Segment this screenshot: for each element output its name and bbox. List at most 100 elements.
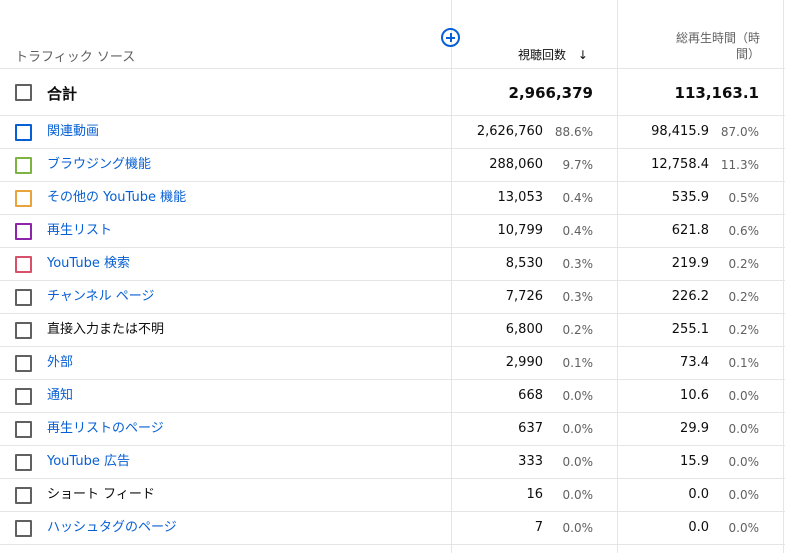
row-checkbox[interactable]	[15, 190, 32, 207]
source-name-link[interactable]: その他の YouTube 機能	[47, 190, 186, 206]
views-value: 6,800	[505, 322, 543, 337]
row-checkbox[interactable]	[15, 355, 32, 372]
views-header-label: 視聴回数	[518, 48, 567, 62]
source-column-header: トラフィック ソース	[15, 50, 136, 65]
watch-time-value: 535.9	[671, 190, 709, 205]
views-value: 8,530	[505, 256, 543, 271]
table-row: その他の YouTube 機能 13,053 0.4% 535.9 0.5%	[0, 182, 785, 215]
watch-time-value: 10.6	[680, 388, 709, 403]
watch-time-value: 621.8	[671, 223, 709, 238]
watch-time-header-line2: 間）	[735, 47, 760, 61]
row-checkbox[interactable]	[15, 124, 32, 141]
watch-time-percent: 11.3%	[720, 158, 759, 172]
row-checkbox[interactable]	[15, 289, 32, 306]
views-value: 2,990	[505, 355, 543, 370]
views-value: 2,626,760	[476, 124, 543, 139]
table-row: YouTube 検索 8,530 0.3% 219.9 0.2%	[0, 248, 785, 281]
views-value: 7	[534, 520, 543, 535]
row-checkbox[interactable]	[15, 421, 32, 438]
watch-time-percent: 0.0%	[728, 488, 760, 502]
plus-circle-icon[interactable]	[441, 28, 460, 47]
source-name-link[interactable]: ハッシュタグのページ	[47, 520, 177, 536]
row-checkbox[interactable]	[15, 388, 32, 405]
watch-time-value: 15.9	[680, 454, 709, 469]
total-checkbox[interactable]	[15, 84, 32, 101]
source-name-link[interactable]: チャンネル ページ	[47, 289, 154, 305]
watch-time-percent: 0.2%	[728, 323, 760, 337]
source-name-link[interactable]: 関連動画	[47, 124, 99, 140]
table-row: 外部 2,990 0.1% 73.4 0.1%	[0, 347, 785, 380]
watch-time-column-header[interactable]: 総再生時間（時 間）	[672, 30, 760, 62]
watch-time-percent: 0.0%	[728, 389, 760, 403]
traffic-source-table: トラフィック ソース 視聴回数 ↓ 総再生時間（時 間） 合計 2,966,37…	[0, 0, 793, 553]
source-name-link[interactable]: 再生リストのページ	[47, 421, 164, 437]
watch-time-percent: 0.0%	[728, 422, 760, 436]
views-percent: 0.0%	[562, 422, 594, 436]
watch-time-percent: 87.0%	[720, 125, 759, 139]
views-percent: 0.2%	[562, 323, 594, 337]
views-percent: 9.7%	[562, 158, 594, 172]
source-name-link: 直接入力または不明	[47, 322, 165, 337]
watch-time-percent: 0.0%	[728, 521, 760, 535]
views-percent: 0.0%	[562, 455, 594, 469]
row-checkbox[interactable]	[15, 322, 32, 339]
table-row: 再生リストのページ 637 0.0% 29.9 0.0%	[0, 413, 785, 446]
watch-time-percent: 0.1%	[728, 356, 760, 370]
total-watch-time: 113,163.1	[674, 84, 759, 102]
views-column-header[interactable]: 視聴回数 ↓	[518, 46, 588, 63]
source-name-link[interactable]: YouTube 広告	[47, 454, 130, 470]
views-percent: 0.0%	[562, 488, 594, 502]
watch-time-value: 255.1	[671, 322, 709, 337]
header-divider	[0, 68, 785, 69]
watch-time-percent: 0.0%	[728, 455, 760, 469]
row-checkbox[interactable]	[15, 487, 32, 504]
views-value: 637	[518, 421, 543, 436]
watch-time-value: 0.0	[688, 487, 709, 502]
views-percent: 0.0%	[562, 389, 594, 403]
watch-time-value: 29.9	[680, 421, 709, 436]
views-value: 16	[526, 487, 543, 502]
row-checkbox[interactable]	[15, 157, 32, 174]
watch-time-value: 0.0	[688, 520, 709, 535]
views-percent: 0.1%	[562, 356, 594, 370]
table-row: チャンネル ページ 7,726 0.3% 226.2 0.2%	[0, 281, 785, 314]
total-views: 2,966,379	[508, 84, 593, 102]
watch-time-percent: 0.2%	[728, 290, 760, 304]
watch-time-value: 73.4	[680, 355, 709, 370]
table-row: 再生リスト 10,799 0.4% 621.8 0.6%	[0, 215, 785, 248]
row-checkbox[interactable]	[15, 223, 32, 240]
table-row: 関連動画 2,626,760 88.6% 98,415.9 87.0%	[0, 116, 785, 149]
watch-time-percent: 0.2%	[728, 257, 760, 271]
table-row: ショート フィード 16 0.0% 0.0 0.0%	[0, 479, 785, 512]
views-value: 10,799	[497, 223, 544, 238]
table-row: ハッシュタグのページ 7 0.0% 0.0 0.0%	[0, 512, 785, 545]
views-percent: 0.4%	[562, 191, 594, 205]
row-checkbox[interactable]	[15, 256, 32, 273]
views-value: 668	[518, 388, 543, 403]
views-value: 333	[518, 454, 543, 469]
watch-time-percent: 0.5%	[728, 191, 760, 205]
total-label: 合計	[47, 85, 78, 103]
source-name-link[interactable]: 通知	[47, 388, 73, 404]
table-row: 直接入力または不明 6,800 0.2% 255.1 0.2%	[0, 314, 785, 347]
source-name-link[interactable]: ブラウジング機能	[47, 157, 151, 173]
source-name-link[interactable]: 外部	[47, 355, 73, 371]
row-checkbox[interactable]	[15, 454, 32, 471]
views-percent: 0.3%	[562, 290, 594, 304]
views-percent: 0.3%	[562, 257, 594, 271]
watch-time-percent: 0.6%	[728, 224, 760, 238]
watch-time-value: 226.2	[671, 289, 709, 304]
sort-down-icon: ↓	[577, 48, 588, 62]
watch-time-header-line1: 総再生時間（時	[675, 31, 760, 45]
views-percent: 0.4%	[562, 224, 594, 238]
views-percent: 88.6%	[554, 125, 593, 139]
watch-time-value: 98,415.9	[651, 124, 709, 139]
table-row: 通知 668 0.0% 10.6 0.0%	[0, 380, 785, 413]
source-name-link[interactable]: YouTube 検索	[47, 256, 130, 272]
row-checkbox[interactable]	[15, 520, 32, 537]
watch-time-value: 219.9	[671, 256, 709, 271]
views-percent: 0.0%	[562, 521, 594, 535]
table-row: ブラウジング機能 288,060 9.7% 12,758.4 11.3%	[0, 149, 785, 182]
table-row: YouTube 広告 333 0.0% 15.9 0.0%	[0, 446, 785, 479]
source-name-link[interactable]: 再生リスト	[47, 223, 112, 239]
